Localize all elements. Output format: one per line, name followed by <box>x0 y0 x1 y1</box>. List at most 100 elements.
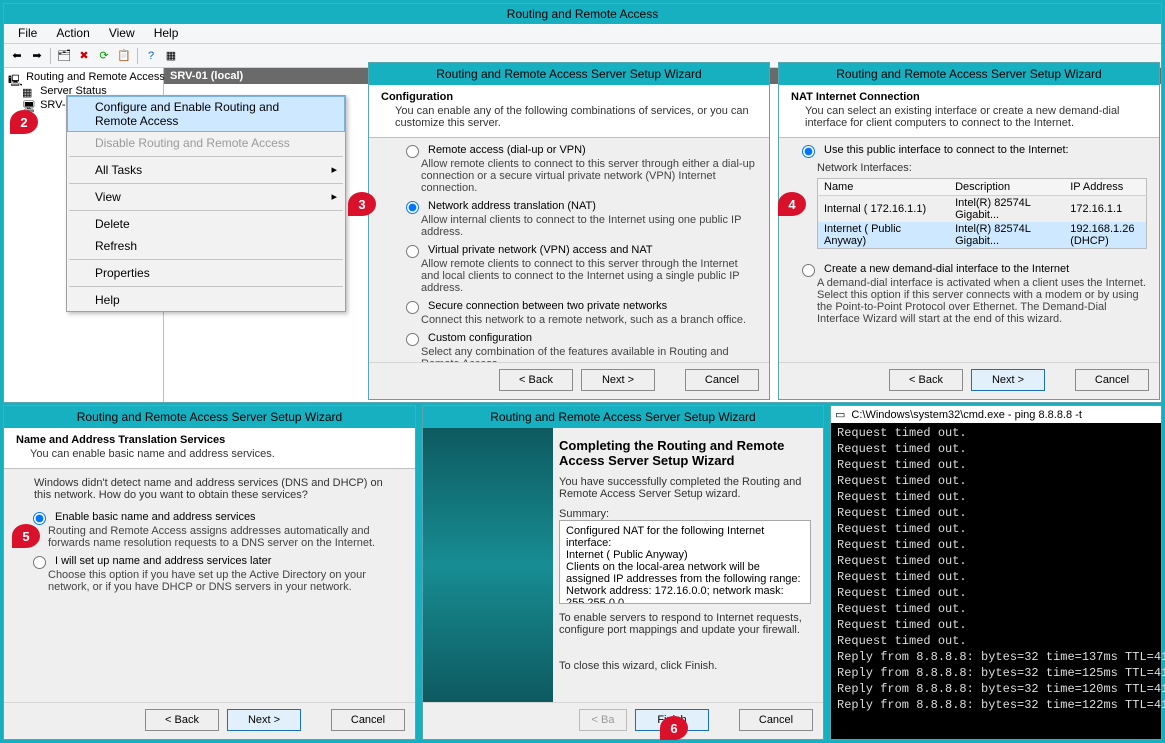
step-badge-6: 6 <box>660 716 688 740</box>
refresh-icon[interactable]: ⟳ <box>95 47 113 65</box>
opt-custom-label: Custom configuration <box>428 332 532 344</box>
opt-secure[interactable] <box>406 301 419 314</box>
wizard4-title: Routing and Remote Access Server Setup W… <box>779 63 1159 85</box>
step-badge-4: 4 <box>778 192 806 216</box>
step-badge-2: 2 <box>10 110 38 134</box>
step-badge-3: 3 <box>348 192 376 216</box>
wizard-nat-connection: Routing and Remote Access Server Setup W… <box>778 62 1160 400</box>
wizard4-subtext: You can select an existing interface or … <box>791 103 1147 129</box>
tree-server-label: SRV- <box>40 99 65 111</box>
opt-nat-label: Network address translation (NAT) <box>428 200 596 212</box>
opt-nat[interactable] <box>406 201 419 214</box>
wizard4-back-button[interactable]: < Back <box>889 369 963 391</box>
menu-disable-rras: Disable Routing and Remote Access <box>67 132 345 154</box>
iface-list-label: Network Interfaces: <box>817 162 1149 174</box>
opt-enable-basic-desc: Routing and Remote Access assigns addres… <box>48 525 405 549</box>
opt-remote-access-label: Remote access (dial-up or VPN) <box>428 144 586 156</box>
col-name[interactable]: Name <box>818 179 950 196</box>
wizard6-close-text: To close this wizard, click Finish. <box>559 660 811 672</box>
menu-action[interactable]: Action <box>48 24 97 42</box>
menu-refresh[interactable]: Refresh <box>67 235 345 257</box>
wizard3-heading: Configuration <box>381 91 453 103</box>
menu-view[interactable]: View <box>67 186 345 208</box>
cmd-titlebar: ▭ C:\Windows\system32\cmd.exe - ping 8.8… <box>831 406 1161 423</box>
wizard6-title: Routing and Remote Access Server Setup W… <box>423 406 823 428</box>
opt-use-public-iface[interactable] <box>802 145 815 158</box>
wizard6-note: To enable servers to respond to Internet… <box>559 612 811 636</box>
menu-help[interactable]: Help <box>67 289 345 311</box>
wizard-configuration: Routing and Remote Access Server Setup W… <box>368 62 770 400</box>
show-hide-icon[interactable]: ▦ <box>162 47 180 65</box>
opt-create-demand-dial[interactable] <box>802 264 815 277</box>
menu-all-tasks[interactable]: All Tasks <box>67 159 345 181</box>
wizard3-back-button[interactable]: < Back <box>499 369 573 391</box>
step-badge-5: 5 <box>12 524 40 548</box>
iface-row-internet[interactable]: Internet ( Public Anyway) Intel(R) 82574… <box>818 222 1147 249</box>
wizard6-back-button: < Ba <box>579 709 627 731</box>
export-icon[interactable]: 📋 <box>115 47 133 65</box>
cmd-title-text: C:\Windows\system32\cmd.exe - ping 8.8.8… <box>851 409 1081 421</box>
wizard3-next-button[interactable]: Next > <box>581 369 655 391</box>
wizard5-back-button[interactable]: < Back <box>145 709 219 731</box>
help-icon[interactable]: ? <box>142 47 160 65</box>
cmd-window: ▭ C:\Windows\system32\cmd.exe - ping 8.8… <box>830 405 1162 740</box>
wizard3-title: Routing and Remote Access Server Setup W… <box>369 63 769 85</box>
server-icon: 🖥 <box>22 100 34 110</box>
main-titlebar: Routing and Remote Access <box>4 4 1161 24</box>
wizard4-heading: NAT Internet Connection <box>791 91 920 103</box>
opt-create-demand-dial-desc: A demand-dial interface is activated whe… <box>817 277 1149 325</box>
col-desc[interactable]: Description <box>949 179 1064 196</box>
menu-configure-rras[interactable]: Configure and Enable Routing and Remote … <box>67 96 345 132</box>
menu-properties[interactable]: Properties <box>67 262 345 284</box>
wizard6-summary-box[interactable]: Configured NAT for the following Interne… <box>559 520 811 604</box>
wizard5-subtext: You can enable basic name and address se… <box>16 446 403 460</box>
opt-later-label: I will set up name and address services … <box>55 555 271 567</box>
menu-help[interactable]: Help <box>146 24 187 42</box>
console-icon: 🖳 <box>8 72 20 82</box>
wizard3-cancel-button[interactable]: Cancel <box>685 369 759 391</box>
wizard-name-address: Routing and Remote Access Server Setup W… <box>3 405 416 740</box>
wizard-complete-graphic <box>423 428 553 702</box>
back-icon[interactable]: ⬅ <box>8 47 26 65</box>
server-context-menu: Configure and Enable Routing and Remote … <box>66 95 346 312</box>
opt-custom[interactable] <box>406 333 419 346</box>
opt-vpn-nat[interactable] <box>406 245 419 258</box>
wizard5-detect-text: Windows didn't detect name and address s… <box>34 477 399 501</box>
wizard5-cancel-button[interactable]: Cancel <box>331 709 405 731</box>
interfaces-table[interactable]: Name Description IP Address Internal ( 1… <box>817 178 1147 249</box>
wizard5-heading: Name and Address Translation Services <box>16 434 225 446</box>
menu-file[interactable]: File <box>10 24 45 42</box>
opt-use-public-iface-label: Use this public interface to connect to … <box>824 144 1069 156</box>
opt-custom-desc: Select any combination of the features a… <box>421 346 759 362</box>
menu-delete[interactable]: Delete <box>67 213 345 235</box>
opt-later[interactable] <box>33 556 46 569</box>
properties-icon[interactable]: 🗂 <box>55 47 73 65</box>
wizard6-done-text: You have successfully completed the Rout… <box>559 476 811 500</box>
wizard5-title: Routing and Remote Access Server Setup W… <box>4 406 415 428</box>
opt-vpn-nat-desc: Allow remote clients to connect to this … <box>421 258 759 294</box>
opt-vpn-nat-label: Virtual private network (VPN) access and… <box>428 244 653 256</box>
wizard4-cancel-button[interactable]: Cancel <box>1075 369 1149 391</box>
opt-create-demand-dial-label: Create a new demand-dial interface to th… <box>824 263 1069 275</box>
opt-enable-basic-label: Enable basic name and address services <box>55 511 256 523</box>
delete-icon[interactable]: ✖ <box>75 47 93 65</box>
iface-row-internal[interactable]: Internal ( 172.16.1.1) Intel(R) 82574L G… <box>818 196 1147 223</box>
cmd-icon: ▭ <box>835 408 845 421</box>
forward-icon[interactable]: ➡ <box>28 47 46 65</box>
wizard6-cancel-button[interactable]: Cancel <box>739 709 813 731</box>
status-icon: ▦ <box>22 86 34 96</box>
menubar: File Action View Help <box>4 24 1161 44</box>
wizard3-subtext: You can enable any of the following comb… <box>381 103 757 129</box>
wizard6-summary-label: Summary: <box>559 508 811 520</box>
tree-root[interactable]: 🖳 Routing and Remote Access <box>4 70 163 84</box>
opt-remote-access-desc: Allow remote clients to connect to this … <box>421 158 759 194</box>
opt-secure-label: Secure connection between two private ne… <box>428 300 667 312</box>
wizard4-next-button[interactable]: Next > <box>971 369 1045 391</box>
opt-enable-basic[interactable] <box>33 512 46 525</box>
tree-root-label: Routing and Remote Access <box>26 71 165 83</box>
wizard5-next-button[interactable]: Next > <box>227 709 301 731</box>
col-ip[interactable]: IP Address <box>1064 179 1146 196</box>
opt-secure-desc: Connect this network to a remote network… <box>421 314 759 326</box>
opt-remote-access[interactable] <box>406 145 419 158</box>
menu-view[interactable]: View <box>101 24 143 42</box>
